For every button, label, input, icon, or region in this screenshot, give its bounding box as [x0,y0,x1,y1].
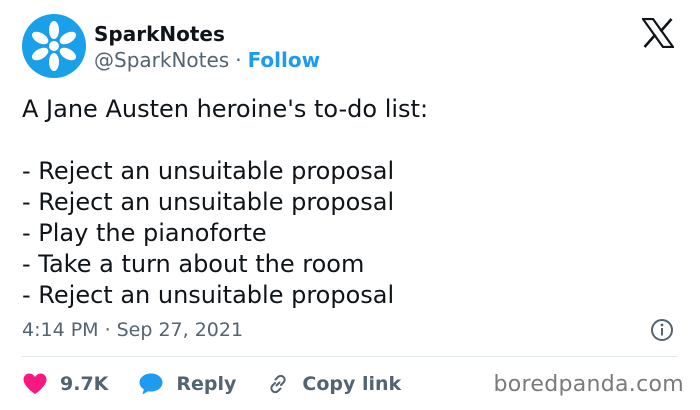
sparknotes-logo-icon [31,21,77,71]
tweet-intro: A Jane Austen heroine's to-do list: [22,95,429,123]
like-button[interactable]: 9.7K [22,372,108,396]
reply-button[interactable]: Reply [138,372,236,396]
divider [22,356,678,357]
tweet-text: A Jane Austen heroine's to-do list: - Re… [22,94,682,311]
todo-item: - Play the pianoforte [22,219,267,247]
tweet-date: Sep 27, 2021 [116,319,244,341]
copy-link-button[interactable]: Copy link [266,372,401,396]
watermark: boredpanda.com [493,372,684,397]
handle-row: @SparkNotes · Follow [94,48,320,72]
speech-bubble-icon [139,373,163,395]
x-logo-icon[interactable] [640,17,676,49]
like-count: 9.7K [60,373,109,395]
link-icon [270,374,287,394]
todo-item: - Reject an unsuitable proposal [22,157,395,185]
account-handle[interactable]: @SparkNotes [94,48,229,72]
separator-dot: · [104,319,111,341]
timestamp[interactable]: 4:14 PM · Sep 27, 2021 [22,318,243,342]
account-name[interactable]: SparkNotes [94,22,225,46]
follow-button[interactable]: Follow [248,48,321,72]
action-bar: 9.7K Reply Copy link [22,370,431,398]
copy-link-label: Copy link [302,373,402,395]
heart-icon [23,373,47,394]
tweet-time: 4:14 PM [22,319,99,341]
avatar[interactable] [22,14,86,78]
reply-label: Reply [176,373,237,395]
info-icon[interactable] [650,318,674,342]
todo-item: - Reject an unsuitable proposal [22,281,395,309]
todo-item: - Reject an unsuitable proposal [22,188,395,216]
separator-dot: · [235,48,242,72]
todo-item: - Take a turn about the room [22,250,365,278]
